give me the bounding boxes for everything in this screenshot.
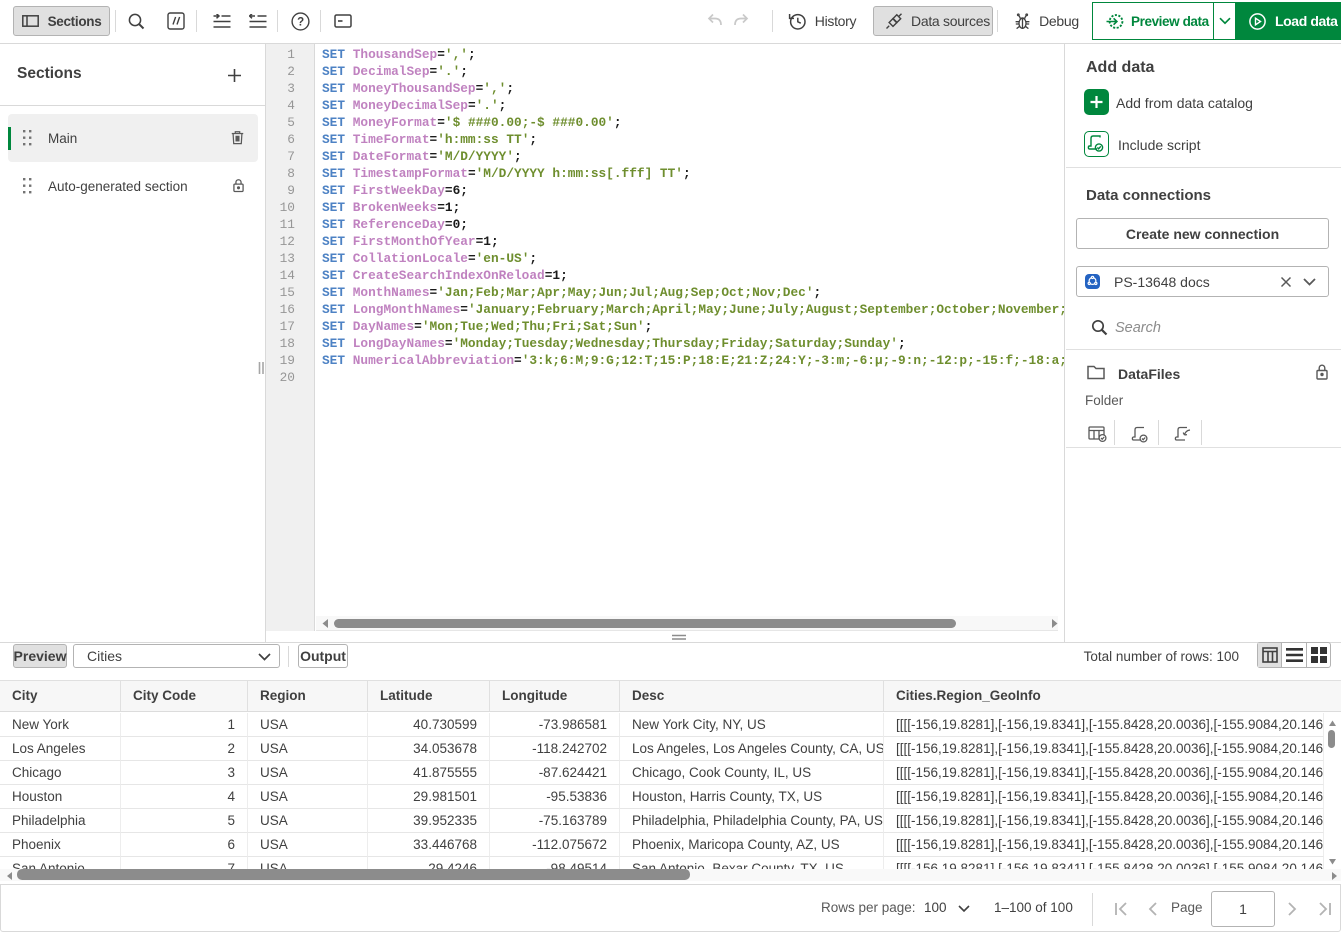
svg-text:?: ? (297, 16, 304, 28)
